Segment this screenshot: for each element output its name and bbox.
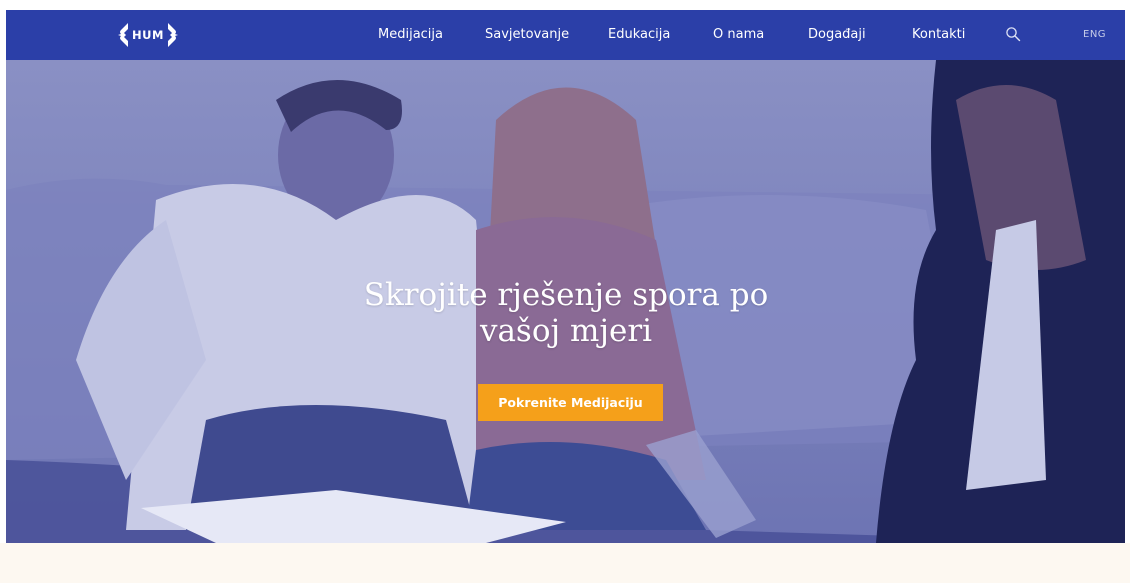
search-icon[interactable] xyxy=(1005,26,1021,42)
hero-title-line2: vašoj mjeri xyxy=(479,312,653,349)
section-divider-band xyxy=(0,543,1130,583)
nav-item-o-nama[interactable]: O nama xyxy=(713,27,764,42)
hero-section: Skrojite rješenje spora po vašoj mjeri P… xyxy=(6,60,1125,543)
top-navbar: HUM Medijacija Savjetovanje Edukacija O … xyxy=(6,10,1125,60)
nav-item-dogadaji[interactable]: Događaji xyxy=(808,27,866,42)
nav-item-kontakti[interactable]: Kontakti xyxy=(912,27,965,42)
hero-title-line1: Skrojite rješenje spora po xyxy=(363,276,769,313)
main-nav: Medijacija Savjetovanje Edukacija O nama… xyxy=(6,10,1125,60)
nav-item-medijacija[interactable]: Medijacija xyxy=(378,27,443,42)
nav-item-edukacija[interactable]: Edukacija xyxy=(608,27,670,42)
start-mediation-button[interactable]: Pokrenite Medijaciju xyxy=(478,384,663,421)
language-switch[interactable]: ENG xyxy=(1083,29,1106,40)
page-frame: HUM Medijacija Savjetovanje Edukacija O … xyxy=(6,10,1125,543)
nav-item-savjetovanje[interactable]: Savjetovanje xyxy=(485,27,569,42)
hero-title: Skrojite rješenje spora po vašoj mjeri xyxy=(336,277,796,349)
